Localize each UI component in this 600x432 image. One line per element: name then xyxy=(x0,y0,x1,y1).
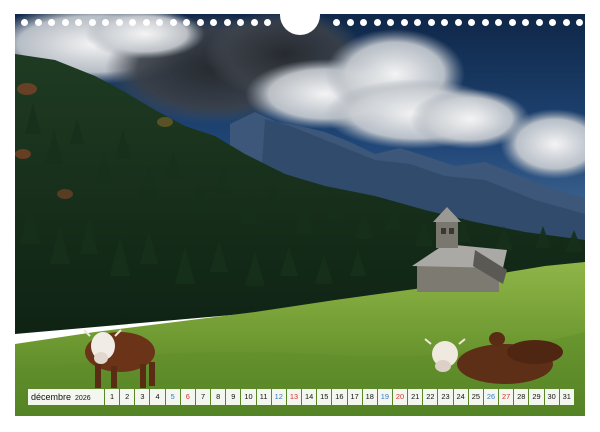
binding-hole xyxy=(88,19,96,26)
binding-hole xyxy=(414,19,421,26)
binding-hole xyxy=(21,19,28,26)
binding-hole xyxy=(495,19,502,26)
day-cell: 14 xyxy=(302,389,317,405)
day-cell: 11 xyxy=(256,389,271,405)
day-cell: 27 xyxy=(499,389,514,405)
day-cell: 9 xyxy=(226,389,241,405)
day-cell: 26 xyxy=(483,389,499,405)
day-cell: 10 xyxy=(241,389,256,405)
binding-hole xyxy=(360,19,367,26)
binding-hole xyxy=(223,19,231,26)
day-cell: 17 xyxy=(347,389,362,405)
binding-hole xyxy=(264,19,271,26)
binding-hole xyxy=(156,19,163,26)
binding-hole xyxy=(387,19,394,26)
calendar-bar: décembre 2026 1 2 3 4 5 6 7 8 9 10 11 12 13 14 15 16 17 18… xyxy=(28,389,574,405)
binding-hole xyxy=(508,19,516,26)
binding-hole xyxy=(454,19,462,26)
binding-hole xyxy=(102,19,109,26)
binding-hole xyxy=(481,19,489,26)
binding-hole xyxy=(142,19,150,26)
binding-hole xyxy=(250,19,258,26)
day-cell: 25 xyxy=(468,389,483,405)
binding-hole xyxy=(34,19,42,26)
binding-hole xyxy=(535,19,543,26)
day-cell: 6 xyxy=(180,389,195,405)
day-cell: 31 xyxy=(559,389,574,405)
day-cell: 22 xyxy=(423,389,438,405)
day-cell: 29 xyxy=(529,389,544,405)
binding-hole xyxy=(373,19,381,26)
day-cell: 24 xyxy=(453,389,468,405)
day-cell: 1 xyxy=(105,389,120,405)
binding-hole xyxy=(346,19,354,26)
day-cell: 15 xyxy=(317,389,332,405)
binding-hole xyxy=(61,19,69,26)
month-label: décembre 2026 xyxy=(28,389,104,405)
binding-hole xyxy=(237,19,244,26)
day-cell: 21 xyxy=(408,389,423,405)
day-cell: 18 xyxy=(362,389,377,405)
binding-hole xyxy=(75,19,82,26)
binding-hole xyxy=(48,19,55,26)
binding-hole xyxy=(183,19,190,26)
day-cell: 12 xyxy=(271,389,286,405)
day-cell: 3 xyxy=(135,389,150,405)
day-cell: 5 xyxy=(165,389,180,405)
binding-hole xyxy=(210,19,217,26)
binding-hole xyxy=(169,19,177,26)
calendar-page: décembre 2026 1 2 3 4 5 6 7 8 9 10 11 12 13 14 15 16 17 18… xyxy=(0,0,600,432)
day-cell: 4 xyxy=(150,389,165,405)
day-cell: 28 xyxy=(514,389,529,405)
binding-hole xyxy=(427,19,435,26)
month-name: décembre xyxy=(31,392,72,402)
day-cell: 7 xyxy=(195,389,211,405)
day-cell: 16 xyxy=(332,389,347,405)
day-cell: 19 xyxy=(377,389,392,405)
binding-hole xyxy=(468,19,475,26)
binding-hole xyxy=(441,19,448,26)
day-cell: 30 xyxy=(544,389,559,405)
binding-hole xyxy=(333,19,340,26)
year-label: 2026 xyxy=(75,395,91,402)
binding-hole xyxy=(576,19,583,26)
day-cell: 2 xyxy=(120,389,135,405)
binding-hole xyxy=(129,19,136,26)
binding-hole xyxy=(549,19,556,26)
binding-hole xyxy=(522,19,529,26)
binding-hole xyxy=(562,19,570,26)
binding-hole xyxy=(196,19,204,26)
binding-hole xyxy=(115,19,123,26)
day-cell: 8 xyxy=(211,389,226,405)
day-cell: 13 xyxy=(286,389,302,405)
binding-hole xyxy=(400,19,408,26)
alpine-landscape-photo xyxy=(15,14,585,416)
day-cell: 20 xyxy=(392,389,408,405)
day-cell: 23 xyxy=(438,389,453,405)
